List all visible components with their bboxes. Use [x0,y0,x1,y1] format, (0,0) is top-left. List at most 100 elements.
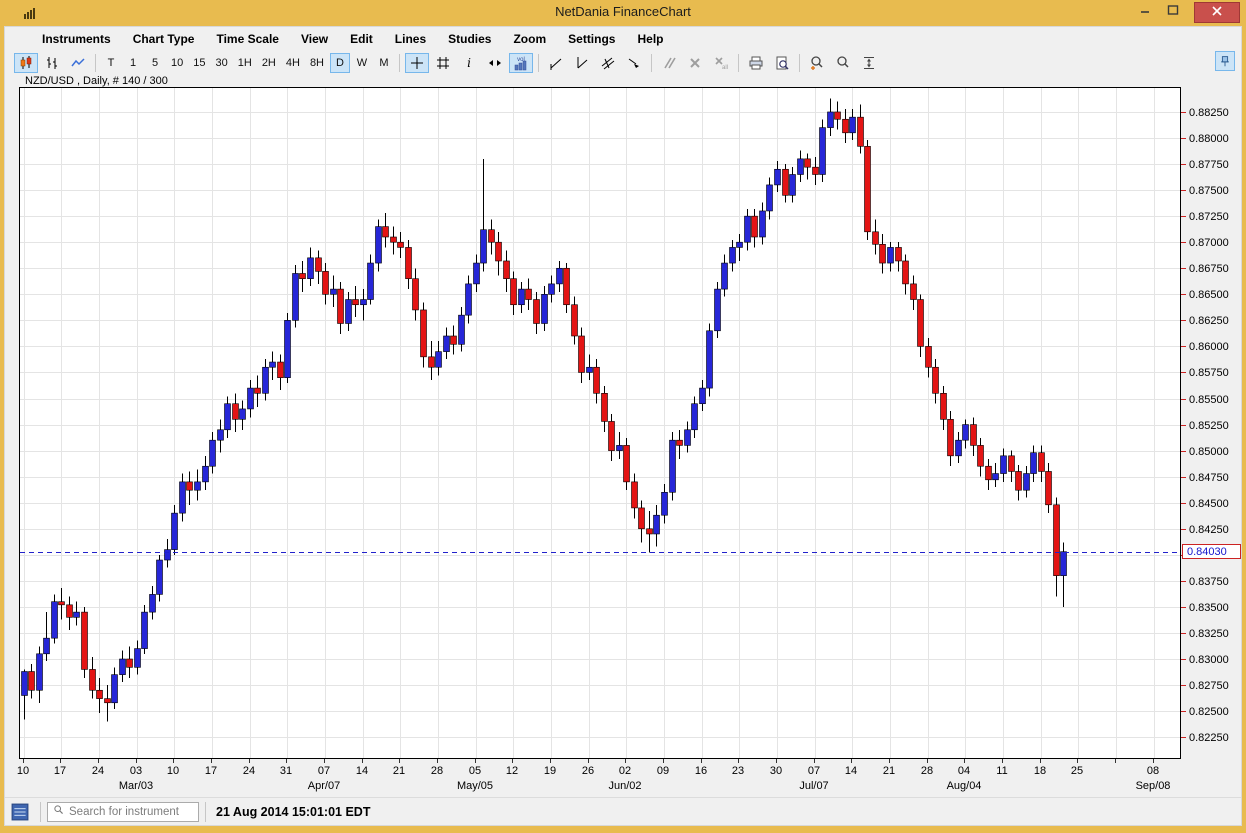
candle [700,388,706,404]
minimize-button[interactable] [1130,0,1160,24]
candle [67,605,73,618]
timeframe-daily-button[interactable]: D [330,53,350,73]
date-label: 28 [431,765,443,777]
candle [564,268,570,304]
channel-tool-icon[interactable] [596,53,620,73]
title-bar[interactable]: NetDania FinanceChart [0,0,1246,26]
date-axis[interactable]: 10172403Mar/031017243107Apr/0714212805Ma… [19,759,1189,799]
search-input[interactable] [69,806,194,818]
timeframe-2h-button[interactable]: 2H [258,53,280,73]
candle [948,419,954,455]
candle [74,612,80,617]
candle [820,128,826,175]
month-label: Apr/07 [308,780,340,792]
timeframe-1min-button[interactable]: 1 [123,53,143,73]
price-label: 0.86250 [1189,315,1229,327]
date-tick [1153,759,1154,763]
candle [602,393,608,421]
grid-toggle-icon[interactable] [431,53,455,73]
menu-lines[interactable]: Lines [384,29,437,49]
candle [496,242,502,261]
timeframe-tick-button[interactable]: T [101,53,121,73]
arrow-tool-icon[interactable] [622,53,646,73]
candle [933,367,939,393]
timeframe-10min-button[interactable]: 10 [167,53,187,73]
menu-help[interactable]: Help [626,29,674,49]
candle [481,230,487,263]
candle [142,612,148,648]
crosshair-icon[interactable] [405,53,429,73]
date-tick [437,759,438,763]
timeframe-15min-button[interactable]: 15 [189,53,209,73]
date-tick [625,759,626,763]
candle [459,315,465,344]
print-preview-icon[interactable] [770,53,794,73]
timeframe-weekly-button[interactable]: W [352,53,372,73]
line-chart-icon[interactable] [66,53,90,73]
menu-settings[interactable]: Settings [557,29,626,49]
info-icon[interactable]: i [457,53,481,73]
candle [873,232,879,245]
candle [406,247,412,278]
date-tick [927,759,928,763]
timeframe-monthly-button[interactable]: M [374,53,394,73]
zoom-in-icon[interactable] [805,53,829,73]
candle [1016,471,1022,490]
candle [353,300,359,305]
menu-zoom[interactable]: Zoom [502,29,557,49]
menu-time-scale[interactable]: Time Scale [205,29,289,49]
menu-chart-type[interactable]: Chart Type [122,29,206,49]
maximize-button[interactable] [1158,0,1188,24]
chart-canvas[interactable] [20,88,1180,758]
candle [413,279,419,310]
timeframe-1h-button[interactable]: 1H [234,53,256,73]
price-label: 0.84500 [1189,498,1229,510]
candle [971,425,977,446]
candle [361,300,367,305]
date-tick [286,759,287,763]
candle [82,612,88,669]
trend-line-icon[interactable] [544,53,568,73]
price-tick [1181,268,1186,269]
menu-instruments[interactable]: Instruments [31,29,122,49]
candle [692,404,698,430]
scroll-horizontal-icon[interactable] [483,53,507,73]
candle [270,362,276,367]
timeframe-8h-button[interactable]: 8H [306,53,328,73]
price-tick [1181,399,1186,400]
volume-toggle-icon[interactable]: vol [509,53,533,73]
price-tick [1181,320,1186,321]
bar-chart-icon[interactable] [40,53,64,73]
candlestick-chart[interactable] [19,87,1181,759]
zoom-out-icon[interactable] [831,53,855,73]
price-label: 0.85750 [1189,367,1229,379]
instrument-list-button[interactable] [11,803,29,821]
candle [737,242,743,247]
timeframe-4h-button[interactable]: 4H [282,53,304,73]
date-tick [60,759,61,763]
menu-edit[interactable]: Edit [339,29,384,49]
close-button[interactable] [1194,2,1240,23]
candlestick-chart-icon[interactable] [14,53,38,73]
date-tick [1115,759,1116,763]
price-tick [1181,503,1186,504]
candle [105,699,111,703]
price-tick [1181,346,1186,347]
candle [767,185,773,211]
price-tick [1181,737,1186,738]
timeframe-5min-button[interactable]: 5 [145,53,165,73]
menu-studies[interactable]: Studies [437,29,502,49]
fit-vertical-icon[interactable] [857,53,881,73]
date-label: 18 [1034,765,1046,777]
date-label: 10 [17,765,29,777]
menu-view[interactable]: View [290,29,339,49]
price-axis[interactable]: 0.882500.880000.877500.875000.872500.870… [1181,87,1241,771]
candle [647,529,653,534]
trend-line-vertical-icon[interactable] [570,53,594,73]
price-tick [1181,451,1186,452]
month-label: Jul/07 [799,780,828,792]
print-icon[interactable] [744,53,768,73]
timeframe-30min-button[interactable]: 30 [212,53,232,73]
candle [926,346,932,367]
dock-panel-button[interactable] [1215,51,1235,71]
